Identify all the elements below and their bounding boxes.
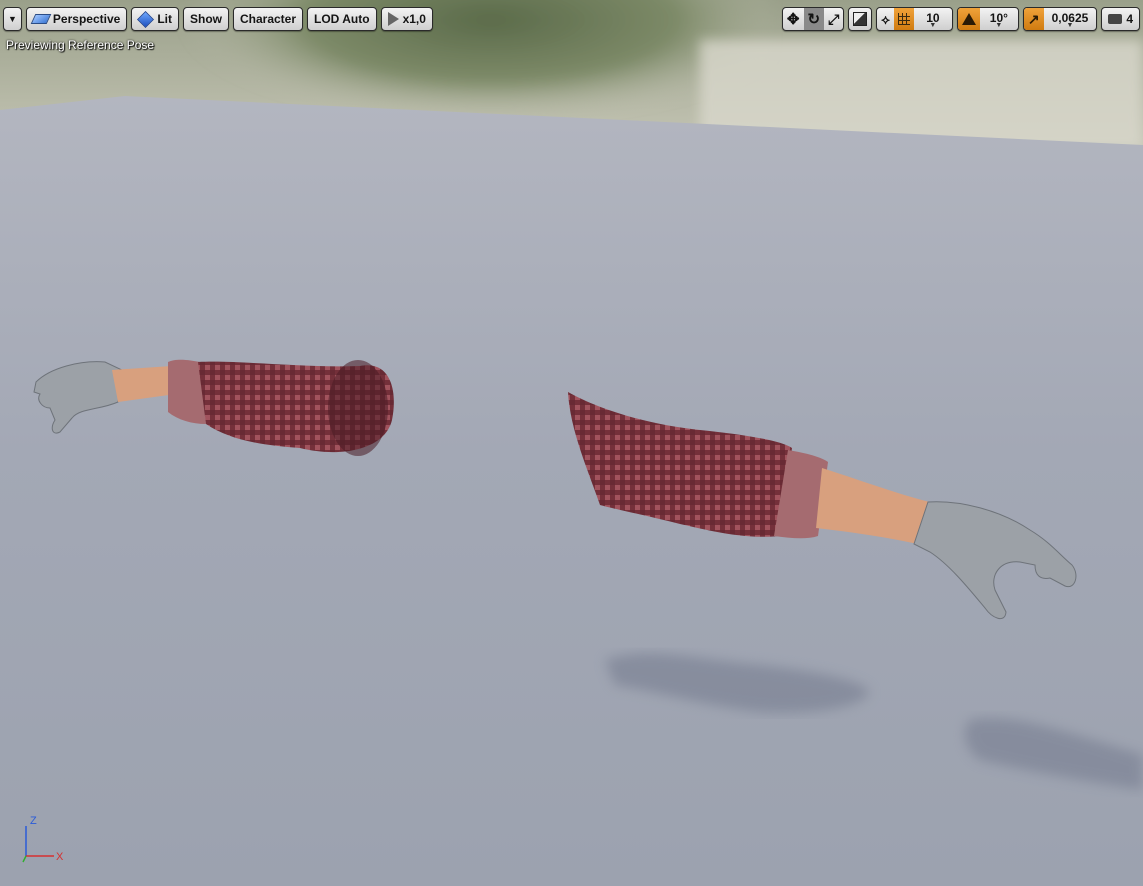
surface-snap-icon: ⟡: [881, 11, 890, 27]
coordinate-system-button[interactable]: [848, 7, 873, 31]
playback-speed-label: x1,0: [402, 12, 426, 26]
scale-snap-group: ↗ 0,0625 ▼: [1022, 7, 1098, 31]
scale-arrow-icon: ↗: [1027, 11, 1040, 27]
floor-plane: [0, 96, 1143, 886]
rotate-tool-button[interactable]: ↻: [803, 8, 825, 30]
rotation-snap-value[interactable]: 10° ▼: [980, 8, 1018, 30]
surface-snap-button[interactable]: ⟡: [877, 8, 894, 30]
scale-icon: ⤢: [828, 11, 840, 27]
character-button[interactable]: Character: [232, 7, 304, 31]
chevron-down-icon: ▼: [929, 22, 937, 29]
viewport-info-text: Previewing Reference Pose: [6, 38, 155, 52]
playback-speed-button[interactable]: x1,0: [380, 7, 433, 31]
viewport-toolbar-right: ✥ ↻ ⤢ ⟡ 10 ▼ 10° ▼ ↗ 0,0625 ▼ 4: [781, 7, 1140, 33]
rotation-snap-toggle[interactable]: [957, 8, 980, 30]
grid-icon: [897, 13, 910, 25]
view-mode-button[interactable]: Perspective: [25, 7, 128, 31]
scale-snap-value[interactable]: 0,0625 ▼: [1044, 8, 1097, 30]
world-cube-icon: [853, 12, 868, 26]
move-icon: ✥: [786, 10, 800, 28]
lit-sphere-icon: [137, 10, 155, 28]
z-axis-label: Z: [30, 815, 37, 827]
move-tool-button[interactable]: ✥: [783, 8, 804, 30]
grid-snap-value[interactable]: 10 ▼: [914, 8, 952, 30]
camera-speed-button[interactable]: 4: [1101, 7, 1140, 31]
camera-icon: [1108, 14, 1123, 24]
axis-gizmo: Z X: [22, 815, 64, 863]
x-axis-label: X: [56, 851, 64, 863]
viewport-options-button[interactable]: ▼: [3, 7, 22, 31]
viewport-toolbar-left: ▼ Perspective Lit Show Character LOD Aut…: [3, 7, 433, 33]
perspective-icon: [30, 14, 52, 24]
transform-tools-group: ✥ ↻ ⤢: [781, 7, 845, 31]
grid-snap-toggle[interactable]: [893, 8, 914, 30]
scale-snap-toggle[interactable]: ↗: [1023, 8, 1044, 30]
grid-snap-group: ⟡ 10 ▼: [876, 7, 953, 31]
play-icon: [387, 12, 399, 26]
rotation-snap-group: 10° ▼: [956, 7, 1019, 31]
angle-icon: [961, 13, 976, 25]
view-mode-label: Perspective: [52, 12, 121, 26]
chevron-down-icon: ▼: [8, 14, 17, 24]
show-button[interactable]: Show: [182, 7, 229, 31]
left-sleeve-opening: [328, 360, 388, 456]
viewport-scene[interactable]: [0, 0, 1143, 886]
show-label: Show: [189, 12, 222, 26]
lod-label: LOD Auto: [314, 12, 370, 26]
chevron-down-icon: ▼: [995, 22, 1003, 29]
camera-speed-label: 4: [1126, 12, 1133, 26]
lod-button[interactable]: LOD Auto: [307, 7, 377, 31]
character-label: Character: [239, 12, 297, 26]
rotate-icon: ↻: [807, 10, 821, 28]
lighting-mode-button[interactable]: Lit: [131, 7, 179, 31]
chevron-down-icon: ▼: [1066, 22, 1074, 29]
lighting-mode-label: Lit: [157, 12, 172, 26]
scale-tool-button[interactable]: ⤢: [824, 8, 843, 30]
y-axis-line: [22, 855, 27, 863]
